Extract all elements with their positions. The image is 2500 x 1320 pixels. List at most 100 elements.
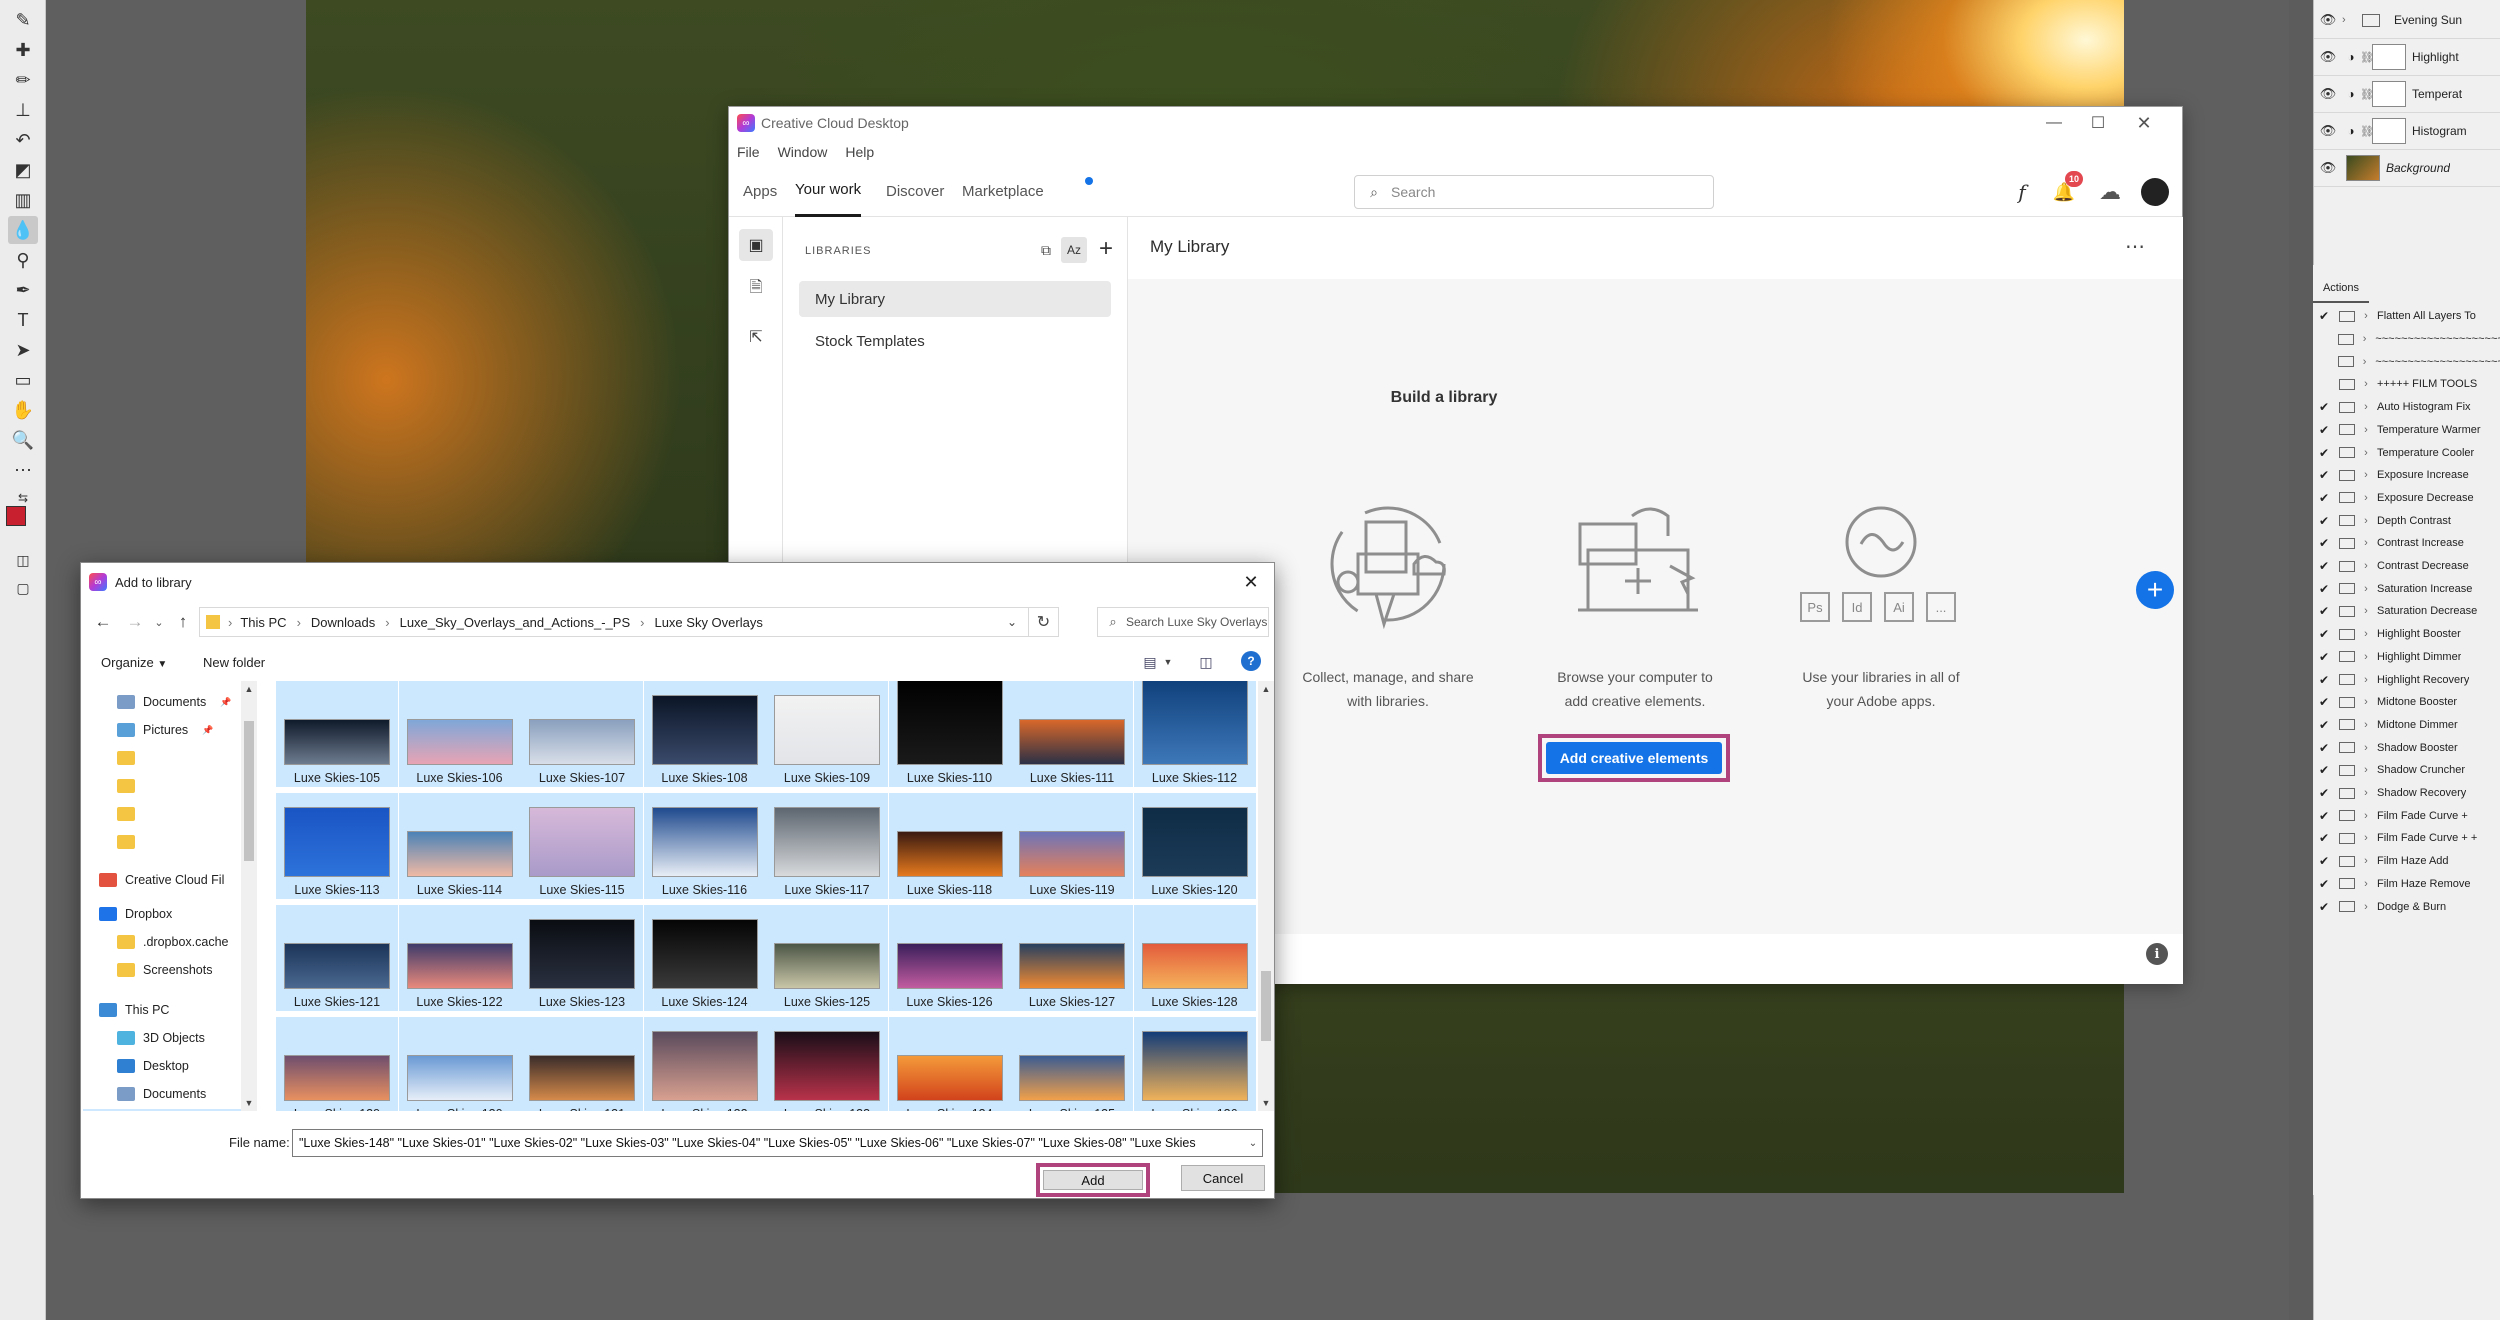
foreground-color-swatch[interactable] <box>6 506 26 526</box>
gradient-tool-icon[interactable]: ▥ <box>8 186 38 214</box>
checkmark-icon[interactable]: ✔ <box>2313 514 2335 528</box>
sidebar-item[interactable]: Documents 📌 <box>83 689 231 715</box>
action-row[interactable]: ✔ › Saturation Decrease <box>2313 600 2500 623</box>
file-tile[interactable]: Luxe Skies-114 <box>398 793 521 899</box>
action-row[interactable]: ✔ › Auto Histogram Fix <box>2313 396 2500 419</box>
library-item-stock-templates[interactable]: Stock Templates <box>799 323 1111 359</box>
visibility-eye-icon[interactable]: 👁 <box>2314 49 2342 65</box>
breadcrumb-item[interactable]: This PC <box>240 615 286 630</box>
zoom-tool-icon[interactable]: 🔍 <box>8 426 38 454</box>
chevron-right-icon[interactable]: › <box>2355 855 2377 867</box>
close-icon[interactable]: ✕ <box>1236 569 1266 595</box>
checkmark-icon[interactable]: ✔ <box>2313 718 2335 732</box>
file-tile[interactable]: Luxe Skies-119 <box>1011 793 1133 899</box>
navigation-pane-scrollbar[interactable]: ▲ ▼ <box>241 681 257 1111</box>
action-row[interactable]: ✔ › Film Haze Add <box>2313 850 2500 873</box>
chevron-right-icon[interactable]: › <box>2355 469 2377 481</box>
chevron-right-icon[interactable]: › <box>2342 14 2358 26</box>
visibility-eye-icon[interactable]: 👁 <box>2314 12 2342 28</box>
dropdown-caret-icon[interactable]: ⌄ <box>1245 1134 1261 1152</box>
preview-pane-icon[interactable]: ◫ <box>1195 651 1217 673</box>
path-dropdown-icon[interactable]: ⌄ <box>1000 610 1024 634</box>
action-row[interactable]: ✔ › Contrast Decrease <box>2313 555 2500 578</box>
file-tile[interactable]: Luxe Skies-111 <box>1011 681 1133 787</box>
eyedropper-tool-icon[interactable]: ✎ <box>8 6 38 34</box>
chevron-right-icon[interactable]: › <box>2355 651 2377 663</box>
action-row[interactable]: ✔ › Temperature Warmer <box>2313 419 2500 442</box>
checkmark-icon[interactable]: ✔ <box>2313 763 2335 777</box>
file-tile[interactable]: Luxe Skies-135 <box>1011 1017 1133 1111</box>
chevron-right-icon[interactable]: › <box>2355 742 2377 754</box>
file-tile[interactable]: Luxe Skies-108 <box>643 681 766 787</box>
file-tile[interactable]: Luxe Skies-105 <box>276 681 398 787</box>
checkmark-icon[interactable]: ✔ <box>2313 468 2335 482</box>
chevron-right-icon[interactable]: › <box>2355 605 2377 617</box>
scroll-up-icon[interactable]: ▲ <box>241 681 257 697</box>
file-tile[interactable]: Luxe Skies-106 <box>398 681 521 787</box>
dialog-toggle-icon[interactable] <box>2339 605 2355 617</box>
help-icon[interactable]: ? <box>1241 651 1261 671</box>
sidebar-item[interactable] <box>83 829 143 855</box>
checkmark-icon[interactable]: ✔ <box>2313 491 2335 505</box>
menu-file[interactable]: File <box>737 144 760 160</box>
dialog-toggle-icon[interactable] <box>2339 764 2355 776</box>
chevron-right-icon[interactable]: › <box>2354 356 2375 368</box>
dropdown-caret-icon[interactable]: ▼ <box>1161 651 1175 673</box>
sidebar-item[interactable]: This PC <box>83 997 169 1023</box>
action-row[interactable]: › ~~~~~~~~~~~~~~~~~~~~ <box>2313 350 2500 373</box>
chevron-right-icon[interactable]: › <box>2355 537 2377 549</box>
cloud-sync-icon[interactable]: ☁ <box>2095 179 2125 205</box>
breadcrumb-item[interactable]: Downloads <box>311 615 375 630</box>
action-row[interactable]: ✔ › Flatten All Layers To <box>2313 305 2500 328</box>
tab-discover[interactable]: Discover <box>886 165 944 217</box>
dialog-toggle-icon[interactable] <box>2339 787 2355 799</box>
dialog-toggle-icon[interactable] <box>2338 356 2354 368</box>
maximize-icon[interactable]: ☐ <box>2083 111 2113 135</box>
action-row[interactable]: ✔ › Highlight Dimmer <box>2313 646 2500 669</box>
dialog-toggle-icon[interactable] <box>2339 878 2355 890</box>
close-icon[interactable]: ✕ <box>2129 111 2159 135</box>
file-tile[interactable]: Luxe Skies-118 <box>888 793 1011 899</box>
recent-locations-chevron-icon[interactable]: ⌄ <box>151 609 167 635</box>
add-button[interactable]: Add <box>1043 1170 1143 1190</box>
chevron-right-icon[interactable]: › <box>2355 764 2377 776</box>
action-row[interactable]: › +++++ FILM TOOLS <box>2313 373 2500 396</box>
dialog-toggle-icon[interactable] <box>2339 696 2355 708</box>
dialog-toggle-icon[interactable] <box>2339 855 2355 867</box>
sort-az-icon[interactable]: Az <box>1061 237 1087 263</box>
dialog-toggle-icon[interactable] <box>2339 469 2355 481</box>
action-row[interactable]: ✔ › Exposure Increase <box>2313 464 2500 487</box>
file-tile[interactable]: Luxe Skies-128 <box>1133 905 1256 1011</box>
chevron-right-icon[interactable]: › <box>2354 333 2375 345</box>
sidebar-item[interactable] <box>83 773 143 799</box>
action-row[interactable]: ✔ › Film Fade Curve + + <box>2313 827 2500 850</box>
layer-row[interactable]: 👁 ◑ ⛓ Histogram <box>2314 113 2500 150</box>
layer-row[interactable]: 👁 Background <box>2314 150 2500 187</box>
checkmark-icon[interactable]: ✔ <box>2313 741 2335 755</box>
view-options-icon[interactable]: ▤ <box>1139 651 1161 673</box>
pen-tool-icon[interactable]: ✒ <box>8 276 38 304</box>
action-row[interactable]: ✔ › Film Haze Remove <box>2313 873 2500 896</box>
checkmark-icon[interactable]: ✔ <box>2313 400 2335 414</box>
dialog-toggle-icon[interactable] <box>2339 742 2355 754</box>
visibility-eye-icon[interactable]: 👁 <box>2314 86 2342 102</box>
chevron-right-icon[interactable]: › <box>2355 583 2377 595</box>
back-arrow-icon[interactable]: ← <box>91 609 115 635</box>
file-tile[interactable]: Luxe Skies-130 <box>398 1017 521 1111</box>
action-row[interactable]: ✔ › Depth Contrast <box>2313 509 2500 532</box>
visibility-eye-icon[interactable]: 👁 <box>2314 123 2342 139</box>
action-row[interactable]: ✔ › Shadow Recovery <box>2313 782 2500 805</box>
tab-apps[interactable]: Apps <box>743 165 777 217</box>
file-tile[interactable]: Luxe Skies-127 <box>1011 905 1133 1011</box>
menu-window[interactable]: Window <box>778 144 828 160</box>
breadcrumb-item[interactable]: Luxe Sky Overlays <box>654 615 762 630</box>
folder-search-input[interactable]: ⌕ Search Luxe Sky Overlays <box>1097 607 1269 637</box>
action-row[interactable]: › ~~~~~~~~~~~~~~~~~~~~ <box>2313 328 2500 351</box>
action-row[interactable]: ✔ › Shadow Booster <box>2313 736 2500 759</box>
sidebar-item[interactable]: Pictures 📌 <box>83 717 213 743</box>
tab-marketplace[interactable]: Marketplace <box>962 165 1044 217</box>
action-row[interactable]: ✔ › Film Fade Curve + <box>2313 804 2500 827</box>
avatar[interactable] <box>2141 178 2169 206</box>
action-row[interactable]: ✔ › Shadow Cruncher <box>2313 759 2500 782</box>
file-tile[interactable]: Luxe Skies-110 <box>888 681 1011 787</box>
